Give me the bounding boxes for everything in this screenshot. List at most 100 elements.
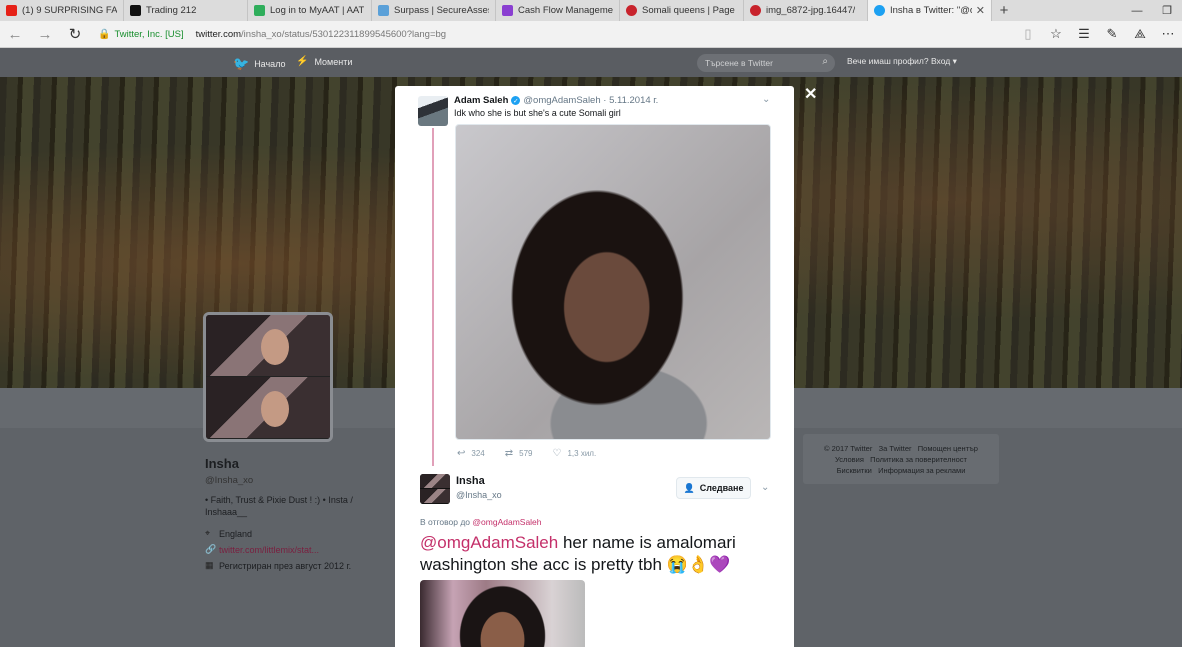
- footer-link[interactable]: Информация за реклами: [878, 466, 965, 475]
- close-modal-icon[interactable]: ✕: [804, 84, 817, 104]
- trading212-icon: [130, 5, 141, 16]
- reading-view-icon[interactable]: ▯: [1014, 26, 1042, 42]
- refresh-icon[interactable]: ↻: [60, 21, 90, 48]
- tweet-photo[interactable]: [455, 124, 771, 440]
- reply-action[interactable]: ↩ 324: [457, 448, 485, 459]
- reply-context: В отговор до @omgAdamSaleh: [420, 517, 542, 527]
- follow-button[interactable]: 👤 Следване: [676, 477, 751, 499]
- back-icon[interactable]: ←: [0, 21, 30, 48]
- tweet-photo[interactable]: [420, 580, 585, 647]
- browser-tab[interactable]: Surpass | SecureAssess | De: [372, 0, 496, 21]
- footer-link[interactable]: Условия: [835, 455, 864, 464]
- lightning-icon: ⚡: [296, 56, 309, 67]
- avatar[interactable]: [420, 474, 450, 504]
- link-icon: 🔗: [205, 544, 217, 554]
- browser-tab[interactable]: Log in to MyAAT | AAT: [248, 0, 372, 21]
- avatar[interactable]: [418, 96, 448, 126]
- favorite-star-icon[interactable]: ☆: [1042, 26, 1070, 42]
- tab-label: Insha в Twitter: "@omg.: [890, 5, 972, 16]
- search-icon[interactable]: ⌕: [822, 56, 828, 67]
- forward-icon[interactable]: →: [30, 21, 60, 48]
- browser-tab-active[interactable]: Insha в Twitter: "@omg. ✕: [868, 0, 992, 21]
- avatar-photo-bottom: [420, 489, 450, 504]
- youtube-icon: [6, 5, 17, 16]
- chevron-down-icon[interactable]: ⌄: [762, 94, 770, 105]
- nav-moments-label: Моменти: [314, 56, 353, 67]
- nav-moments[interactable]: ⚡ Моменти: [296, 56, 352, 67]
- url-field[interactable]: twitter.com/insha_xo/status/530122311899…: [196, 29, 446, 40]
- footer-line: © 2017 Twitter За Twitter Помощен център: [809, 443, 993, 454]
- profile-name[interactable]: Insha: [205, 456, 375, 471]
- restore-icon[interactable]: ❐: [1152, 0, 1182, 21]
- share-icon[interactable]: ⟁: [1126, 26, 1154, 42]
- heart-icon: ♡: [552, 448, 562, 459]
- hub-icon[interactable]: ☰: [1070, 26, 1098, 42]
- address-bar: ← → ↻ 🔒 Twitter, Inc. [US] twitter.com/i…: [0, 21, 1182, 48]
- avatar-photo-top: [206, 315, 330, 377]
- browser-tab[interactable]: Cash Flow Management - L: [496, 0, 620, 21]
- browser-tab[interactable]: Trading 212: [124, 0, 248, 21]
- footer-link[interactable]: Политика за поверителност: [870, 455, 967, 464]
- login-label: Вече имаш профил? Вход: [847, 56, 951, 66]
- tab-label: Somali queens | Page 2 | So: [642, 5, 737, 16]
- close-tab-icon[interactable]: ✕: [972, 4, 985, 17]
- profile-bio: • Faith, Trust & Pixie Dust ! :) • Insta…: [205, 495, 353, 517]
- follow-person-icon: 👤: [683, 482, 695, 493]
- avatar-photo-bottom: [206, 377, 330, 439]
- reply-icon: ↩: [457, 448, 466, 459]
- twitter-top-nav: 🐦 Начало ⚡ Моменти Търсене в Twitter ⌕ В…: [0, 48, 1182, 77]
- browser-tab-strip: (1) 9 SURPRISING FACTS ab Trading 212 Lo…: [0, 0, 1182, 21]
- cashflow-icon: [502, 5, 513, 16]
- browser-tab[interactable]: img_6872-jpg.16447/: [744, 0, 868, 21]
- like-action[interactable]: ♡ 1,3 хил.: [553, 448, 597, 459]
- login-dropdown[interactable]: Вече имаш профил? Вход ▾: [847, 56, 957, 67]
- browser-toolbar: ▯ ☆ ☰ ✎ ⟁ ⋯: [1014, 26, 1182, 42]
- tab-label: Surpass | SecureAssess | De: [394, 5, 489, 16]
- browser-tab[interactable]: Somali queens | Page 2 | So: [620, 0, 744, 21]
- new-tab-button[interactable]: +: [992, 0, 1016, 21]
- tab-label: Trading 212: [146, 5, 197, 16]
- location-text: England: [219, 528, 253, 539]
- profile-handle[interactable]: @Insha_xo: [205, 475, 375, 486]
- browser-tab[interactable]: (1) 9 SURPRISING FACTS ab: [0, 0, 124, 21]
- profile-joined: ▦ Регистриран през август 2012 г.: [205, 560, 375, 571]
- profile-location: ⌖ England: [205, 528, 375, 539]
- chevron-down-icon[interactable]: ⌄: [761, 482, 769, 493]
- profile-url[interactable]: twitter.com/littlemix/stat...: [219, 545, 319, 555]
- tweet-date[interactable]: · 5.11.2014 г.: [603, 95, 658, 106]
- tweet-author-handle[interactable]: @omgAdamSaleh: [523, 95, 600, 106]
- more-icon[interactable]: ⋯: [1154, 26, 1182, 42]
- follow-label: Следване: [699, 483, 744, 493]
- avatar-photo-top: [420, 474, 450, 489]
- tweet-author-name[interactable]: Insha: [456, 475, 485, 487]
- calendar-icon: ▦: [205, 560, 214, 570]
- thread-connector: [432, 128, 434, 468]
- minimize-icon[interactable]: —: [1122, 0, 1152, 21]
- footer-link[interactable]: За Twitter: [879, 444, 912, 453]
- window-controls: — ❐: [1122, 0, 1182, 21]
- tweet-author-handle[interactable]: @Insha_xo: [456, 490, 502, 500]
- url-host: twitter.com: [195, 28, 242, 40]
- reply-to-prefix: В отговор до: [420, 517, 471, 527]
- verified-badge-icon: ✓: [511, 96, 521, 105]
- search-input[interactable]: Търсене в Twitter ⌕: [697, 54, 835, 72]
- tweet-author-name[interactable]: Adam Saleh: [454, 95, 508, 106]
- retweet-action[interactable]: ⇄ 579: [505, 448, 533, 459]
- web-note-icon[interactable]: ✎: [1098, 26, 1126, 42]
- tab-label: img_6872-jpg.16447/: [766, 5, 856, 16]
- retweet-count: 579: [519, 449, 533, 458]
- footer-link[interactable]: Бисквитки: [837, 466, 872, 475]
- lock-icon[interactable]: 🔒: [98, 29, 110, 40]
- profile-avatar[interactable]: [203, 312, 333, 442]
- footer-line: Условия Политика за поверителност: [809, 454, 993, 465]
- footer-link[interactable]: Помощен център: [918, 444, 978, 453]
- footer-link[interactable]: © 2017 Twitter: [824, 444, 872, 453]
- profile-link: 🔗 twitter.com/littlemix/stat...: [205, 544, 375, 555]
- reply-to-mention[interactable]: @omgAdamSaleh: [472, 517, 541, 527]
- nav-home[interactable]: 🐦 Начало: [233, 56, 286, 72]
- permalink-tweet: Insha @Insha_xo 👤 Следване ⌄ В отговор д…: [395, 466, 794, 647]
- reply-count: 324: [471, 449, 485, 458]
- caret-down-icon: ▾: [950, 56, 957, 66]
- certificate-label[interactable]: Twitter, Inc. [US]: [114, 29, 183, 40]
- tweet-mention[interactable]: @omgAdamSaleh: [420, 533, 558, 552]
